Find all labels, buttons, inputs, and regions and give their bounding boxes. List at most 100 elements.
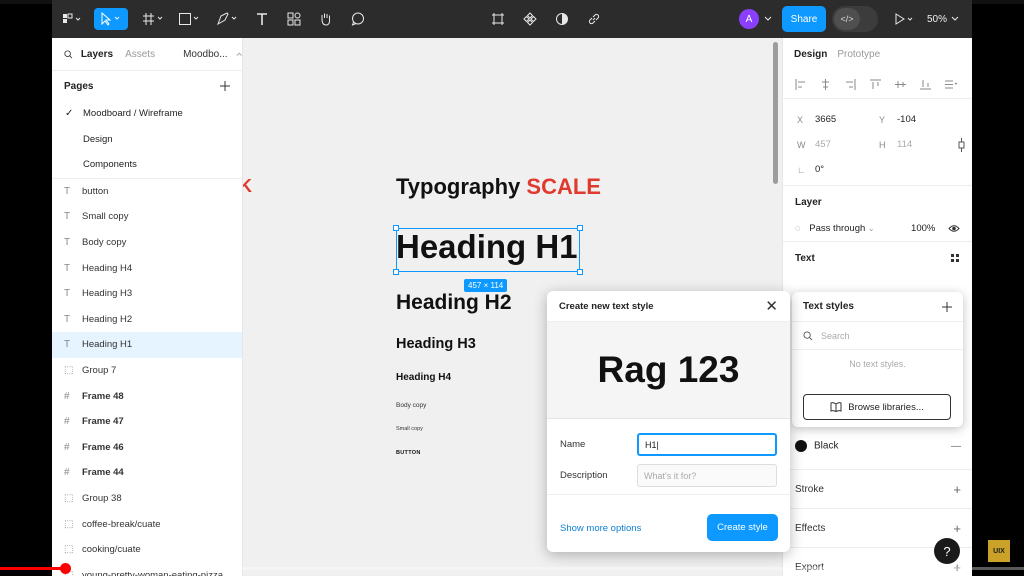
resize-handle[interactable] [577, 269, 583, 275]
button-text[interactable]: BUTTON [396, 450, 421, 456]
text-styles-grid-icon[interactable] [950, 253, 960, 263]
layer-row[interactable]: T Heading H1 [52, 332, 242, 358]
dev-mode-toggle[interactable]: </> [832, 6, 878, 32]
fill-row[interactable]: Black — [783, 431, 972, 461]
small-copy-text[interactable]: Small copy [396, 426, 423, 432]
heading-h3-text[interactable]: Heading H3 [396, 336, 476, 352]
hand-tool-icon[interactable] [316, 8, 336, 30]
align-right-icon[interactable] [845, 79, 856, 90]
shape-tool-icon[interactable] [176, 8, 204, 30]
layer-row[interactable]: ⬚ cooking/cuate [52, 537, 242, 563]
zoom-menu[interactable]: 50% [927, 8, 959, 30]
align-middle-icon[interactable] [895, 79, 906, 90]
distribute-icon[interactable] [945, 79, 958, 90]
remove-fill-icon[interactable]: — [951, 441, 961, 452]
page-item-components[interactable]: Components [52, 152, 242, 178]
layer-row[interactable]: # Frame 47 [52, 409, 242, 435]
search-input[interactable]: Search [821, 331, 850, 341]
add-effect-icon[interactable]: + [953, 521, 961, 536]
description-placeholder: What's it for? [644, 470, 697, 481]
tab-prototype[interactable]: Prototype [837, 49, 880, 60]
layer-row[interactable]: # Frame 44 [52, 460, 242, 486]
file-name-dropdown[interactable]: Moodbo... [183, 49, 227, 60]
video-progress-bar[interactable] [0, 563, 1024, 574]
component-icon[interactable] [520, 8, 540, 30]
main-menu-icon[interactable] [58, 8, 86, 30]
create-style-button[interactable]: Create style [707, 514, 778, 541]
constrain-proportions-icon[interactable] [957, 137, 966, 152]
align-top-icon[interactable] [870, 79, 881, 90]
contrast-icon[interactable] [552, 8, 572, 30]
comment-icon[interactable] [348, 8, 368, 30]
blend-mode-select[interactable]: Pass through [809, 223, 865, 234]
present-icon[interactable] [892, 8, 916, 30]
frame-icon: # [64, 467, 70, 479]
body-copy-text[interactable]: Body copy [396, 402, 426, 409]
layer-row[interactable]: T Heading H4 [52, 255, 242, 281]
y-input[interactable]: -104 [897, 114, 957, 125]
add-style-icon[interactable] [942, 301, 952, 312]
tab-design[interactable]: Design [794, 49, 827, 60]
name-field[interactable]: H1 | [637, 433, 777, 456]
layer-row[interactable]: ⬚ Group 7 [52, 358, 242, 384]
name-value: H1 [645, 439, 657, 450]
avatar[interactable]: A [739, 9, 759, 29]
frame-tool-icon[interactable] [140, 8, 168, 30]
align-bottom-icon[interactable] [920, 79, 931, 90]
typography-title[interactable]: Typography SCALE [396, 174, 601, 200]
opacity-input[interactable]: 100% [911, 223, 935, 234]
resize-handle[interactable] [393, 269, 399, 275]
fill-swatch[interactable] [795, 440, 807, 452]
description-field[interactable]: What's it for? [637, 464, 777, 487]
eye-icon[interactable] [948, 224, 960, 233]
pages-title: Pages [64, 80, 94, 92]
h-input[interactable]: 114 [897, 139, 957, 150]
progress-scrubber[interactable] [59, 563, 71, 574]
add-page-icon[interactable] [220, 81, 230, 91]
crop-icon[interactable] [488, 8, 508, 30]
link-icon[interactable] [584, 8, 604, 30]
share-button[interactable]: Share [782, 6, 826, 32]
pen-tool-icon[interactable] [214, 8, 242, 30]
rotation-input[interactable]: 0° [815, 164, 875, 175]
chevron-up-icon[interactable] [236, 51, 242, 57]
layer-row[interactable]: T Heading H2 [52, 306, 242, 332]
page-item-design[interactable]: Design [52, 127, 242, 153]
frame-icon: # [64, 441, 70, 453]
page-item-moodboard[interactable]: ✓ Moodboard / Wireframe [52, 101, 242, 127]
layer-row[interactable]: T Small copy [52, 204, 242, 230]
help-button[interactable]: ? [934, 538, 960, 564]
layer-row[interactable]: # Frame 48 [52, 383, 242, 409]
heading-h4-text[interactable]: Heading H4 [396, 372, 451, 383]
layer-row[interactable]: T Heading H3 [52, 281, 242, 307]
x-input[interactable]: 3665 [815, 114, 875, 125]
canvas-scrollbar[interactable] [773, 42, 778, 184]
move-tool-icon[interactable] [94, 8, 128, 30]
resize-handle[interactable] [577, 225, 583, 231]
layer-row[interactable]: T Body copy [52, 230, 242, 256]
add-stroke-icon[interactable]: + [953, 482, 961, 497]
resources-icon[interactable] [284, 8, 304, 30]
browse-libraries-button[interactable]: Browse libraries... [803, 394, 951, 420]
search-icon[interactable] [64, 49, 73, 60]
layer-row[interactable]: Tbutton [52, 179, 242, 205]
heading-h2-text[interactable]: Heading H2 [396, 291, 512, 315]
layer-row[interactable]: ⬚ Group 38 [52, 486, 242, 512]
layer-row[interactable]: ⬚ coffee-break/cuate [52, 511, 242, 537]
text-styles-search[interactable]: Search [792, 322, 963, 350]
w-input[interactable]: 457 [815, 139, 875, 150]
align-center-icon[interactable] [820, 79, 831, 90]
selection-box[interactable] [393, 225, 583, 275]
chevron-down-icon[interactable] [762, 8, 774, 30]
tab-assets[interactable]: Assets [125, 49, 155, 60]
dialog-header: Create new text style ✕ [547, 291, 790, 322]
tab-layers[interactable]: Layers [81, 49, 113, 60]
close-icon[interactable]: ✕ [765, 297, 778, 315]
stroke-section[interactable]: Stroke + [783, 469, 972, 508]
resize-handle[interactable] [393, 225, 399, 231]
w-label: W [797, 139, 806, 150]
text-tool-icon[interactable] [252, 8, 272, 30]
align-left-icon[interactable] [795, 79, 806, 90]
show-more-options-link[interactable]: Show more options [560, 523, 641, 534]
layer-row[interactable]: # Frame 46 [52, 434, 242, 460]
